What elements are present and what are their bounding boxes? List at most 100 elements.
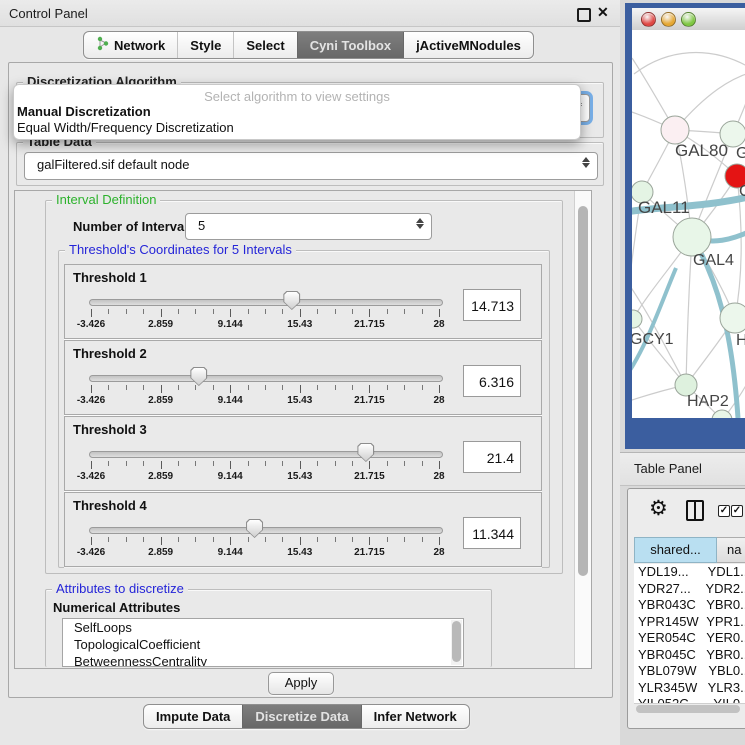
table-row[interactable]: YBL079WYBL0...	[634, 663, 745, 680]
threshold-value-field[interactable]: 21.4	[463, 441, 521, 473]
float-window-icon[interactable]	[577, 8, 591, 22]
tick-label: 28	[433, 547, 444, 558]
table-row[interactable]: YDR27...YDR2...	[634, 581, 745, 598]
threshold-label: Threshold 2	[73, 346, 147, 361]
tick-mark	[126, 309, 127, 314]
threshold-value-field[interactable]: 11.344	[463, 517, 521, 549]
tick-label: 9.144	[218, 395, 243, 406]
network-canvas[interactable]: GAL80GAL11GAL4GCY1HHAP2GC	[632, 30, 745, 418]
network-node[interactable]	[661, 116, 689, 144]
tab-label: Cyni Toolbox	[310, 38, 391, 53]
slider-track[interactable]	[89, 299, 443, 306]
zoom-traffic-light[interactable]	[681, 12, 696, 27]
gear-icon[interactable]: ⚙	[649, 496, 668, 521]
slider-thumb[interactable]	[357, 443, 374, 462]
slider-thumb[interactable]	[246, 519, 263, 538]
tick-label: 15.43	[287, 319, 312, 330]
tick-mark	[439, 537, 440, 545]
slider-track[interactable]	[89, 375, 443, 382]
close-icon[interactable]: ✕	[597, 4, 609, 21]
tick-mark	[404, 385, 405, 390]
dropdown-option-equal-width-frequency[interactable]: Equal Width/Frequency Discretization	[14, 120, 580, 136]
tick-mark	[195, 537, 196, 542]
table-row[interactable]: YER054CYER0...	[634, 630, 745, 647]
network-node[interactable]	[673, 218, 711, 256]
slider-thumb[interactable]	[190, 367, 207, 386]
tab-label: Impute Data	[156, 709, 230, 724]
tick-mark	[213, 537, 214, 542]
slider-track[interactable]	[89, 527, 443, 534]
tick-mark	[248, 309, 249, 314]
tick-mark	[352, 461, 353, 466]
number-of-intervals-combobox[interactable]: 5	[185, 213, 432, 240]
cell-name: YBR0...	[702, 647, 745, 664]
algorithm-dropdown-popup: Select algorithm to view settings Manual…	[13, 84, 581, 140]
tick-mark	[213, 461, 214, 466]
tab-jactivemnodules[interactable]: jActiveMNodules	[403, 32, 533, 58]
threshold-label: Threshold 1	[73, 270, 147, 285]
table-row[interactable]: YLR345WYLR3...	[634, 680, 745, 697]
network-node[interactable]	[632, 310, 642, 328]
tick-mark	[352, 537, 353, 542]
split-columns-icon[interactable]	[686, 500, 704, 521]
control-panel-tabs: Network Style Select Cyni Toolbox jActiveMNo…	[83, 31, 534, 59]
network-node[interactable]	[720, 303, 745, 333]
tab-cyni-toolbox[interactable]: Cyni Toolbox	[297, 32, 403, 58]
tab-impute-data[interactable]: Impute Data	[144, 705, 242, 728]
tick-mark	[335, 461, 336, 466]
attribute-item[interactable]: BetweennessCentrality	[63, 653, 463, 667]
slider-track[interactable]	[89, 451, 443, 458]
node-label: GAL11	[638, 198, 690, 217]
tick-mark	[161, 385, 162, 393]
table-data-combobox[interactable]: galFiltered.sif default node	[24, 152, 598, 180]
tick-mark	[369, 537, 370, 545]
tick-mark	[387, 461, 388, 466]
table-row[interactable]: YBR043CYBR0...	[634, 597, 745, 614]
slider-ticks	[89, 309, 441, 319]
horizontal-scrollbar[interactable]	[634, 703, 745, 715]
threshold-value-field[interactable]: 14.713	[463, 289, 521, 321]
tab-label: Style	[190, 38, 221, 53]
tick-mark	[422, 385, 423, 390]
apply-button[interactable]: Apply	[268, 672, 334, 695]
tab-discretize-data[interactable]: Discretize Data	[242, 705, 360, 728]
checkbox-checked-icon[interactable]: ✓	[731, 505, 743, 517]
attribute-item[interactable]: TopologicalCoefficient	[63, 636, 463, 653]
node-label: C	[739, 183, 745, 200]
tick-mark	[161, 461, 162, 469]
threshold-value-field[interactable]: 6.316	[463, 365, 521, 397]
tick-mark	[317, 309, 318, 314]
threshold-panel-1: Threshold 1-3.4262.8599.14415.4321.71528…	[64, 264, 542, 339]
tick-mark	[265, 385, 266, 390]
dropdown-option-manual-discretization[interactable]: Manual Discretization	[14, 104, 580, 120]
tick-mark	[300, 537, 301, 545]
table-row[interactable]: YBR045CYBR0...	[634, 647, 745, 664]
tick-mark	[439, 385, 440, 393]
column-header-name[interactable]: na	[717, 537, 745, 563]
list-scrollbar[interactable]	[451, 620, 462, 665]
list-scrollbar-thumb[interactable]	[452, 621, 461, 662]
scrollbar-thumb[interactable]	[578, 206, 588, 576]
scrollbar-thumb[interactable]	[636, 705, 740, 713]
tab-infer-network[interactable]: Infer Network	[361, 705, 469, 728]
tick-mark	[91, 309, 92, 317]
attribute-item[interactable]: SelfLoops	[63, 619, 463, 636]
table-row[interactable]: YPR145WYPR1...	[634, 614, 745, 631]
column-header-shared[interactable]: shared...	[634, 537, 717, 563]
close-traffic-light[interactable]	[641, 12, 656, 27]
cell-shared-name: YLR345W	[634, 680, 704, 697]
vertical-scrollbar[interactable]	[574, 191, 591, 668]
minimize-traffic-light[interactable]	[661, 12, 676, 27]
slider-thumb[interactable]	[283, 291, 300, 310]
tab-style[interactable]: Style	[177, 32, 233, 58]
checkbox-checked-icon[interactable]: ✓	[718, 505, 730, 517]
tick-mark	[404, 461, 405, 466]
tab-network[interactable]: Network	[84, 32, 177, 58]
network-window-titlebar[interactable]	[632, 8, 745, 31]
table-row[interactable]: YDL19...YDL1...	[634, 564, 745, 581]
table-row[interactable]: YIL052CYIL0...	[634, 696, 745, 703]
tick-mark	[282, 385, 283, 390]
tick-mark	[317, 385, 318, 390]
tab-select[interactable]: Select	[233, 32, 296, 58]
numerical-attributes-list[interactable]: SelfLoopsTopologicalCoefficientBetweenne…	[62, 618, 464, 667]
